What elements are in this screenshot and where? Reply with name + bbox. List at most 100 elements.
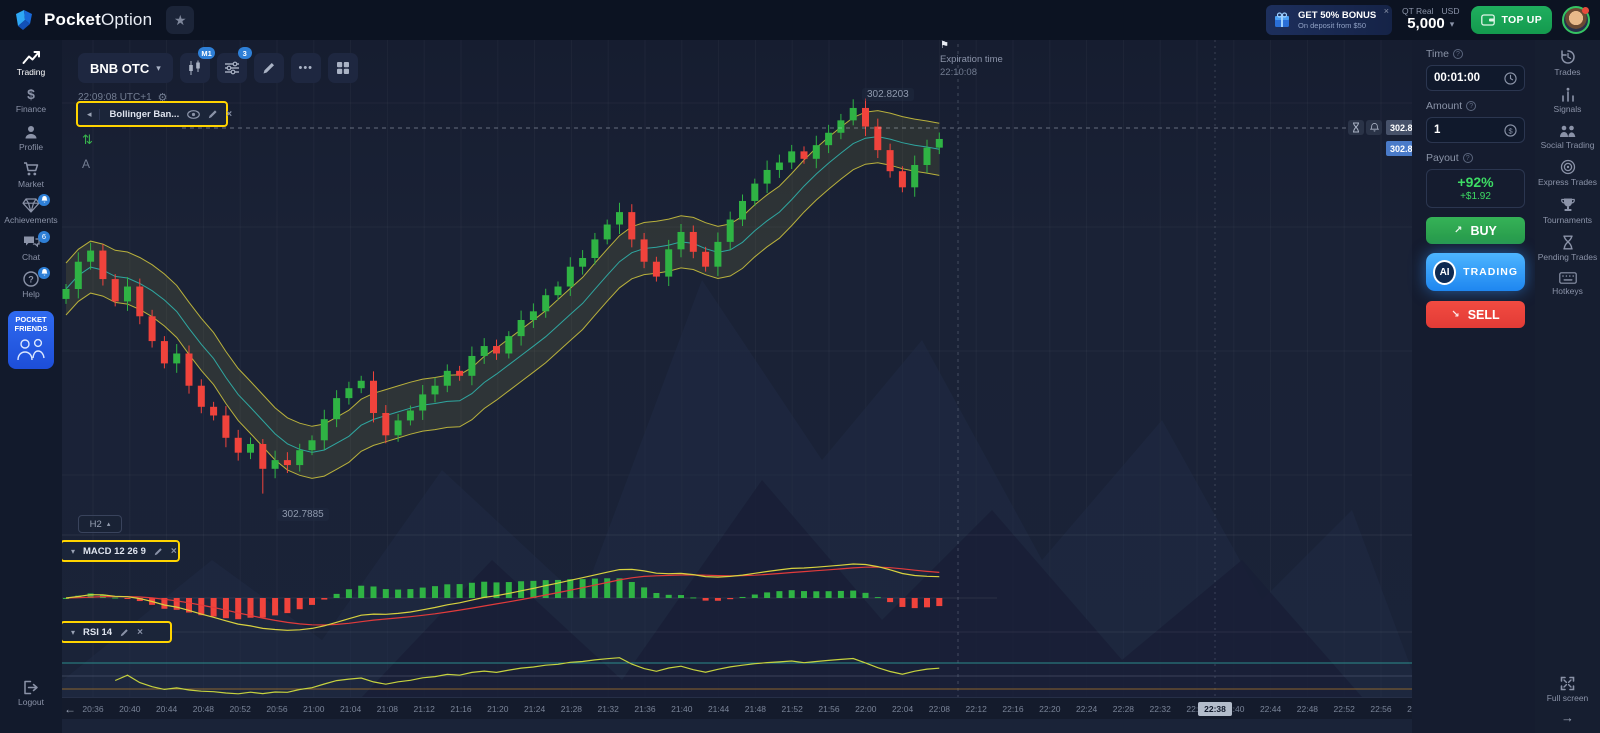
avatar[interactable] <box>1562 6 1590 34</box>
bonus-banner[interactable]: GET 50% BONUS On deposit from $50 × <box>1266 5 1392 35</box>
expiration-time-input[interactable]: 00:01:00 <box>1426 65 1525 91</box>
timeframe-label: H2 <box>90 519 102 530</box>
timeframe-chip[interactable]: H2 ▴ <box>78 515 122 533</box>
buy-button[interactable]: ↗ BUY <box>1426 217 1525 244</box>
collapse-left-icon[interactable]: ◂ <box>87 109 100 120</box>
edit-pencil-icon[interactable] <box>154 547 163 556</box>
sidebar-item-finance[interactable]: $ Finance <box>0 86 62 114</box>
pocket-friends-card[interactable]: POCKET FRIENDS <box>8 311 54 369</box>
chart-type-button[interactable]: M1 <box>180 53 210 83</box>
time-tick: 22:24 <box>1070 704 1104 714</box>
account-selector[interactable]: QT Real USD 5,000 ▾ <box>1402 7 1459 33</box>
sidebar-item-achievements[interactable]: Achievements <box>0 198 62 225</box>
edit-pencil-icon[interactable] <box>120 628 129 637</box>
keyboard-icon <box>1559 272 1577 284</box>
sidebar-item-label: Market <box>18 180 44 189</box>
info-icon[interactable]: ? <box>1463 153 1473 163</box>
logout-icon <box>23 680 39 695</box>
amount-label-row: Amount ? <box>1426 100 1525 112</box>
bollinger-indicator-chip[interactable]: ◂ Bollinger Ban... × <box>78 103 226 125</box>
flag-icon[interactable]: ⚑ <box>940 40 1003 51</box>
rail-item-trades[interactable]: Trades <box>1536 49 1600 78</box>
bollinger-highlight-box: ◂ Bollinger Ban... × <box>76 101 228 127</box>
rail-item-label: Pending Trades <box>1538 253 1598 263</box>
time-tick: 21:52 <box>775 704 809 714</box>
cart-icon <box>23 161 40 177</box>
sidebar-item-profile[interactable]: Profile <box>0 124 62 152</box>
rail-item-label: Tournaments <box>1543 216 1592 226</box>
notification-bell-badge <box>38 267 50 279</box>
info-icon[interactable]: ? <box>1453 49 1463 59</box>
info-icon[interactable]: ? <box>1466 101 1476 111</box>
rail-item-tournaments[interactable]: Tournaments <box>1536 197 1600 226</box>
ai-trading-button[interactable]: AI TRADING <box>1426 253 1525 291</box>
fullscreen-label: Full screen <box>1547 694 1589 704</box>
rail-item-express-trades[interactable]: Express Trades <box>1536 159 1600 188</box>
header-right: GET 50% BONUS On deposit from $50 × QT R… <box>1266 5 1600 35</box>
amount-label: Amount <box>1426 100 1462 112</box>
rail-item-label: Social Trading <box>1541 141 1595 151</box>
sidebar-item-label: Chat <box>22 253 40 262</box>
hourglass-icon <box>1562 235 1574 250</box>
text-tool-icon[interactable]: A <box>82 157 90 171</box>
eye-icon[interactable] <box>187 110 200 119</box>
star-icon: ★ <box>174 12 187 29</box>
time-tick: 22:00 <box>849 704 883 714</box>
more-tools-button[interactable]: ••• <box>291 53 321 83</box>
rail-item-label: Signals <box>1554 105 1582 115</box>
time-tick: 22:48 <box>1290 704 1324 714</box>
scroll-right-icon[interactable]: → <box>1561 710 1574 725</box>
indicators-button[interactable]: 3 <box>217 53 247 83</box>
rail-item-social-trading[interactable]: Social Trading <box>1536 124 1600 151</box>
brand-light: Option <box>101 10 152 29</box>
time-tick: 22:52 <box>1327 704 1361 714</box>
bonus-close-icon[interactable]: × <box>1384 6 1389 16</box>
rail-item-hotkeys[interactable]: Hotkeys <box>1536 272 1600 297</box>
scale-tool-icon[interactable]: ⇅ <box>82 132 93 148</box>
chevron-down-icon[interactable]: ▾ <box>71 628 75 637</box>
sidebar-item-help[interactable]: ? Help <box>0 271 62 299</box>
time-axis[interactable]: ← 22:38 220:3620:4020:4420:4820:5220:562… <box>62 697 1535 719</box>
left-sidebar: Trading $ Finance Profile Market Achieve… <box>0 40 62 733</box>
low-price-label: 302.7885 <box>277 508 329 521</box>
macd-indicator-chip[interactable]: ▾ MACD 12 26 9 × <box>62 542 178 560</box>
time-tick: 21:56 <box>812 704 846 714</box>
rsi-indicator-chip[interactable]: ▾ RSI 14 × <box>62 623 170 641</box>
question-icon: ? <box>23 271 39 287</box>
asset-symbol: BNB OTC <box>90 61 149 76</box>
edit-pencil-icon[interactable] <box>208 109 218 119</box>
amount-input[interactable]: 1 $ <box>1426 117 1525 143</box>
close-icon[interactable]: × <box>171 546 177 557</box>
user-icon <box>23 124 39 140</box>
macd-chip-label: MACD 12 26 9 <box>83 546 146 557</box>
top-up-button[interactable]: TOP UP <box>1471 6 1552 34</box>
close-icon[interactable]: × <box>226 109 232 120</box>
sell-button[interactable]: ↘ SELL <box>1426 301 1525 328</box>
chevron-down-icon[interactable]: ▾ <box>71 547 75 556</box>
favorite-star-button[interactable]: ★ <box>166 6 194 34</box>
countdown-hourglass-button[interactable] <box>1348 120 1364 135</box>
trophy-icon <box>1560 197 1576 213</box>
logo[interactable]: PocketOption <box>0 8 152 32</box>
sidebar-item-trading[interactable]: Trading <box>0 49 62 77</box>
rail-item-signals[interactable]: Signals <box>1536 87 1600 115</box>
close-icon[interactable]: × <box>137 627 143 638</box>
rail-item-label: Hotkeys <box>1552 287 1583 297</box>
sidebar-item-label: Help <box>22 290 39 299</box>
fullscreen-button[interactable]: Full screen <box>1536 676 1600 704</box>
brand-name: PocketOption <box>44 10 152 30</box>
sidebar-item-chat[interactable]: 6 Chat <box>0 235 62 262</box>
bollinger-chip-label: Bollinger Ban... <box>110 109 180 120</box>
layout-grid-button[interactable] <box>328 53 358 83</box>
candlestick-chart[interactable] <box>62 40 1535 697</box>
brand-bold: Pocket <box>44 10 101 29</box>
timeframe-badge: M1 <box>198 47 214 59</box>
bullseye-icon <box>1560 159 1576 175</box>
price-alert-bell-button[interactable] <box>1366 120 1382 135</box>
account-balance: 5,000 <box>1407 16 1445 33</box>
sidebar-item-logout[interactable]: Logout <box>0 680 62 707</box>
drawing-tools-button[interactable] <box>254 53 284 83</box>
rail-item-pending-trades[interactable]: Pending Trades <box>1536 235 1600 263</box>
asset-selector[interactable]: BNB OTC ▾ <box>78 53 173 83</box>
sidebar-item-market[interactable]: Market <box>0 161 62 189</box>
